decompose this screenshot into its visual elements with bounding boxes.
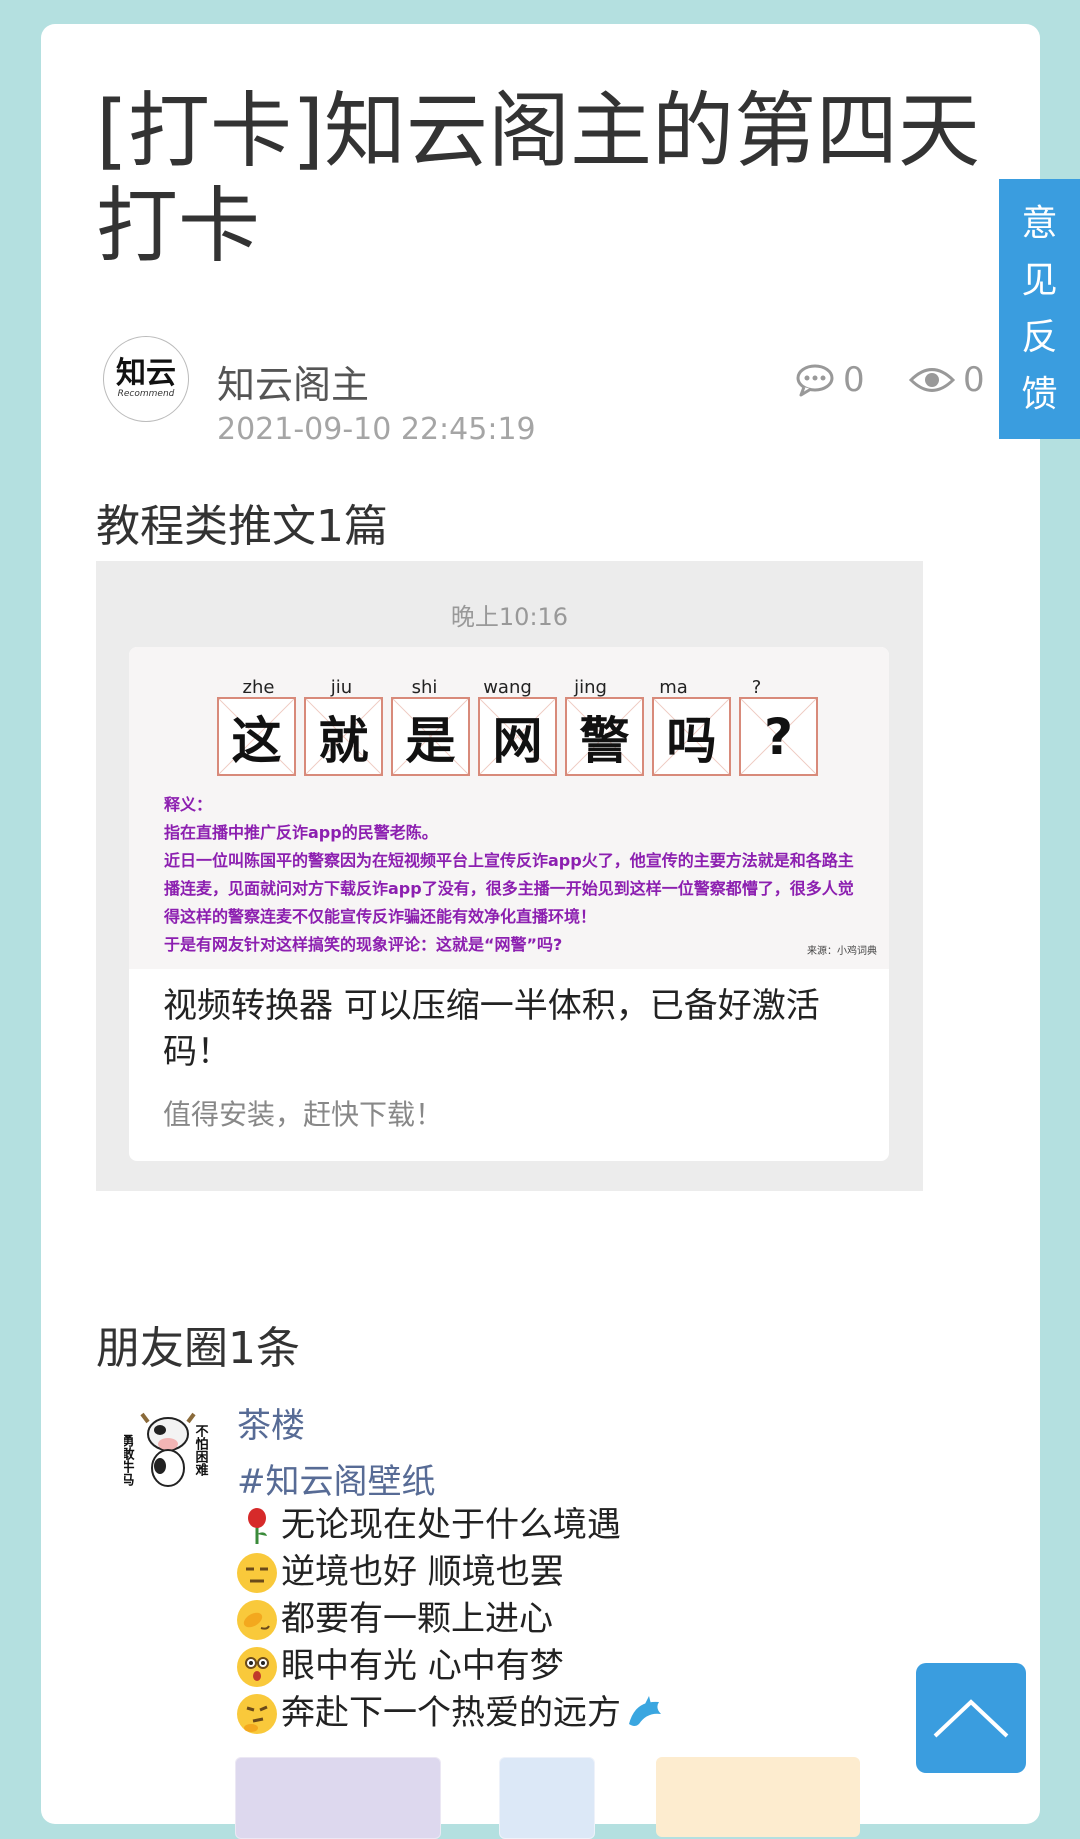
cover-line: 释义： (164, 795, 213, 814)
cover-char: 吗 (652, 697, 731, 776)
post-card: [打卡]知云阁主的第四天打卡 知云 Recommend 知云阁主 2021-09… (41, 24, 1040, 1839)
article-cover-image: zhe jiu shi wang jing ma ? 这 就 是 网 警 吗 ? (129, 647, 889, 969)
feedback-char: 反 (1021, 317, 1058, 358)
cover-char: 警 (565, 697, 644, 776)
chevron-up-icon (933, 1699, 1009, 1738)
moment-line: 都要有一颗上进心 (237, 1596, 667, 1643)
rose-icon (237, 1506, 277, 1546)
moment-line-text: 奔赴下一个热爱的远方 (281, 1693, 621, 1733)
cover-source: 来源：小鸡词典 (807, 946, 877, 957)
article-preview-container: 晚上10:16 zhe jiu shi wang jing ma ? 这 就 是… (96, 561, 923, 1191)
feedback-char: 馈 (1021, 374, 1058, 415)
feedback-char: 见 (1021, 260, 1058, 301)
cover-char: 就 (304, 697, 383, 776)
cover-char: ? (739, 697, 818, 776)
moment-line-text: 都要有一颗上进心 (281, 1599, 553, 1639)
moment-line-text: 逆境也好 顺境也罢 (281, 1552, 564, 1592)
article-card[interactable]: zhe jiu shi wang jing ma ? 这 就 是 网 警 吗 ? (129, 647, 889, 1161)
avatar-logo-subtext: Recommend (117, 389, 175, 399)
cover-char-row: 这 就 是 网 警 吗 ? (217, 697, 826, 776)
article-headline: 视频转换器 可以压缩一半体积，已备好激活码！ (163, 986, 820, 1072)
feedback-char: 意 (1021, 203, 1058, 244)
moment-line: 眼中有光 心中有梦 (237, 1643, 667, 1690)
unamused-face-icon (237, 1552, 277, 1593)
moment-line-text: 无论现在处于什么境遇 (281, 1505, 621, 1545)
dolphin-icon (625, 1694, 667, 1734)
facepalm-icon (237, 1599, 277, 1640)
moment-image[interactable] (499, 1757, 595, 1839)
moment-line-text: 眼中有光 心中有梦 (281, 1646, 564, 1686)
cover-line: 指在直播中推广反诈app的民警老陈。 (164, 823, 438, 842)
moment-line: 奔赴下一个热爱的远方 (237, 1690, 667, 1737)
feedback-button[interactable]: 意 见 反 馈 (999, 179, 1080, 439)
moment-line: 逆境也好 顺境也罢 (237, 1549, 667, 1596)
avatar-text-right: 不怕困难 (193, 1424, 210, 1477)
pinyin: ? (751, 677, 762, 698)
cow-avatar-image: 勇敢牛马 不怕困难 (124, 1412, 210, 1487)
thinking-face-icon (237, 1693, 277, 1734)
moment-line: 无论现在处于什么境遇 (237, 1502, 667, 1549)
moment-content: 无论现在处于什么境遇 逆境也好 顺境也罢 都要有一颗上进心 眼中有光 心中有梦 … (237, 1502, 667, 1737)
cover-char: 是 (391, 697, 470, 776)
author-avatar[interactable]: 知云 Recommend (103, 336, 189, 422)
articles-section-title: 教程类推文1篇 (96, 501, 388, 552)
back-to-top-button[interactable] (916, 1663, 1026, 1773)
article-digest: 值得安装，赶快下载！ (163, 1098, 444, 1131)
moment-image[interactable] (235, 1757, 441, 1839)
pinyin: shi (411, 677, 438, 698)
post-timestamp: 2021-09-10 22:45:19 (217, 412, 536, 447)
surprised-face-icon (237, 1646, 277, 1687)
moment-author-avatar[interactable]: 勇敢牛马 不怕困难 (124, 1404, 212, 1492)
avatar-logo-text: 知云 (116, 356, 176, 391)
author-name[interactable]: 知云阁主 (217, 354, 369, 409)
cover-char: 这 (217, 697, 296, 776)
pinyin: jiu (330, 677, 353, 698)
cover-char: 网 (478, 697, 557, 776)
pinyin: ma (659, 677, 688, 698)
cover-line: 近日一位叫陈国平的警察因为在短视频平台上宣传反诈app火了，他宣传的主要方法就是… (164, 851, 854, 926)
post-title: [打卡]知云阁主的第四天打卡 (96, 84, 980, 274)
moment-author-name[interactable]: 茶楼 (237, 1398, 305, 1447)
moments-section-title: 朋友圈1条 (96, 1323, 300, 1374)
eye-icon (909, 368, 955, 392)
cover-pinyin-row: zhe jiu shi wang jing ma ? (217, 677, 798, 698)
view-count: 0 (909, 360, 985, 400)
pinyin: wang (483, 677, 532, 698)
comment-count-value: 0 (843, 360, 865, 400)
avatar-text-left: 勇敢牛马 (124, 1434, 134, 1487)
view-count-value: 0 (963, 360, 985, 400)
pinyin: jing (574, 677, 607, 698)
pinyin: zhe (242, 677, 275, 698)
comment-count[interactable]: 0 (795, 360, 865, 400)
cover-explanation: 释义： 指在直播中推广反诈app的民警老陈。 近日一位叫陈国平的警察因为在短视频… (164, 791, 864, 959)
cover-line: 于是有网友针对这样搞笑的现象评论：这就是“网警”吗? (164, 935, 563, 954)
article-time: 晚上10:16 (450, 603, 569, 631)
comment-icon (796, 364, 834, 397)
moment-image[interactable] (656, 1757, 860, 1837)
moment-hashtag[interactable]: #知云阁壁纸 (237, 1454, 436, 1503)
